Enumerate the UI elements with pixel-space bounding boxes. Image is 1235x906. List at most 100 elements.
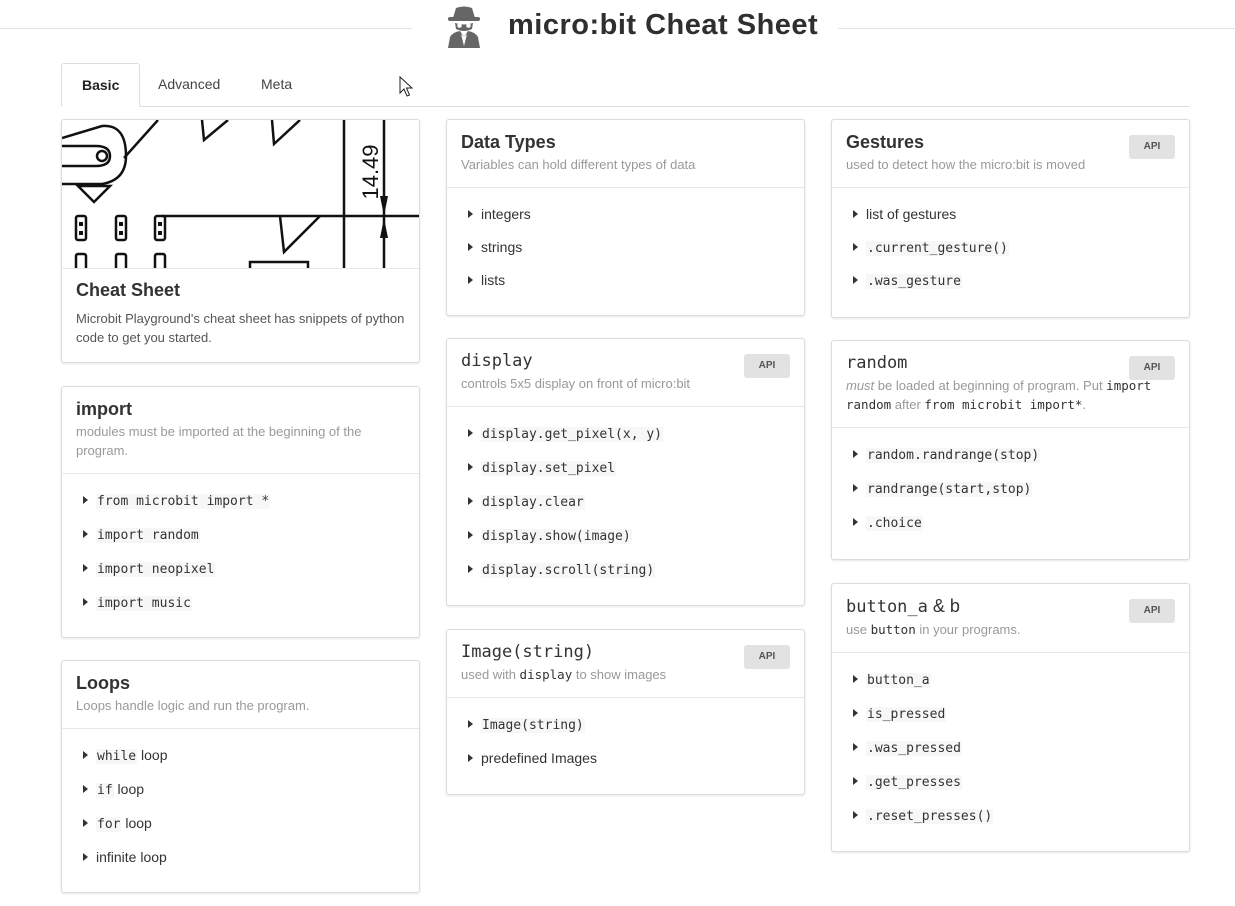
card-title: import	[76, 399, 132, 419]
card-title: button_a & b	[846, 596, 960, 617]
tab-meta[interactable]: Meta	[241, 63, 312, 105]
spy-icon	[448, 6, 480, 48]
card-subtitle: used with display to show images	[461, 667, 667, 682]
caret-right-icon	[83, 785, 88, 793]
card-import: import modules must be imported at the b…	[61, 386, 420, 638]
mouse-cursor-icon	[399, 76, 413, 97]
list-item[interactable]: randrange(start,stop)	[832, 473, 1189, 507]
list-item[interactable]: .reset_presses()	[832, 800, 1189, 834]
caret-right-icon	[853, 243, 858, 251]
card-title: Data Types	[461, 132, 556, 152]
caret-right-icon	[83, 598, 88, 606]
caret-right-icon	[853, 450, 858, 458]
list-item[interactable]: .get_presses	[832, 766, 1189, 800]
tab-advanced[interactable]: Advanced	[138, 63, 240, 105]
card-cheat-sheet: 14.49 Cheat Sheet Microbit Playground's …	[61, 119, 420, 363]
card-button: button_a & b use button in your programs…	[831, 583, 1190, 852]
caret-right-icon	[468, 531, 473, 539]
caret-right-icon	[468, 463, 473, 471]
list-item[interactable]: import music	[62, 587, 419, 621]
list-item[interactable]: predefined Images	[447, 743, 804, 777]
caret-right-icon	[468, 429, 473, 437]
list-item[interactable]: integers	[447, 199, 804, 232]
caret-right-icon	[83, 530, 88, 538]
list-item[interactable]: import random	[62, 519, 419, 553]
list-item[interactable]: .current_gesture()	[832, 232, 1189, 265]
list-item[interactable]: .choice	[832, 507, 1189, 541]
circuit-drawing: 14.49	[62, 120, 419, 269]
list-item[interactable]: if loop	[62, 774, 419, 808]
card-title: Gestures	[846, 132, 925, 152]
caret-right-icon	[853, 210, 858, 218]
list-item[interactable]: lists	[447, 265, 804, 298]
page-title: micro:bit Cheat Sheet	[508, 9, 819, 41]
caret-right-icon	[468, 276, 473, 284]
card-title: random	[846, 353, 908, 373]
caret-right-icon	[853, 709, 858, 717]
card-subtitle: controls 5x5 display on front of micro:b…	[461, 376, 691, 391]
caret-right-icon	[83, 751, 88, 759]
api-button[interactable]: API	[744, 354, 790, 378]
caret-right-icon	[83, 819, 88, 827]
list-item[interactable]: display.set_pixel	[447, 452, 804, 486]
list-item[interactable]: from microbit import *	[62, 485, 419, 519]
card-random: random must be loaded at beginning of pr…	[831, 340, 1190, 560]
caret-right-icon	[83, 564, 88, 572]
list-item[interactable]: import neopixel	[62, 553, 419, 587]
card-title: Loops	[76, 673, 130, 693]
api-button[interactable]: API	[1129, 135, 1175, 159]
card-subtitle: Variables can hold different types of da…	[461, 157, 696, 172]
api-button[interactable]: API	[744, 645, 790, 669]
header-rule-right	[838, 28, 1235, 29]
caret-right-icon	[853, 518, 858, 526]
caret-right-icon	[853, 743, 858, 751]
api-button[interactable]: API	[1129, 599, 1175, 623]
card-title: Cheat Sheet	[76, 280, 181, 300]
api-button[interactable]: API	[1129, 356, 1175, 380]
list-item[interactable]: strings	[447, 232, 804, 265]
card-gestures: Gestures used to detect how the micro:bi…	[831, 119, 1190, 318]
list-item[interactable]: display.clear	[447, 486, 804, 520]
card-image: Image(string) used with display to show …	[446, 629, 805, 795]
tab-basic[interactable]: Basic	[61, 63, 141, 107]
caret-right-icon	[468, 210, 473, 218]
card-subtitle: Loops handle logic and run the program.	[76, 698, 310, 713]
list-item[interactable]: is_pressed	[832, 698, 1189, 732]
caret-right-icon	[853, 811, 858, 819]
list-item[interactable]: for loop	[62, 808, 419, 842]
list-item[interactable]: Image(string)	[447, 709, 804, 743]
caret-right-icon	[853, 484, 858, 492]
card-display: display controls 5x5 display on front of…	[446, 338, 805, 606]
card-subtitle: used to detect how the micro:bit is move…	[846, 157, 1086, 172]
list-item[interactable]: list of gestures	[832, 199, 1189, 232]
list-item[interactable]: display.get_pixel(x, y)	[447, 418, 804, 452]
tab-bar: Basic Advanced Meta	[61, 63, 1189, 107]
card-title: display	[461, 351, 533, 371]
caret-right-icon	[83, 496, 88, 504]
caret-right-icon	[468, 497, 473, 505]
card-subtitle: must be loaded at beginning of program. …	[846, 378, 1152, 412]
caret-right-icon	[468, 720, 473, 728]
list-item[interactable]: .was_pressed	[832, 732, 1189, 766]
card-title: Image(string)	[461, 642, 595, 662]
caret-right-icon	[853, 777, 858, 785]
list-item[interactable]: display.show(image)	[447, 520, 804, 554]
caret-right-icon	[468, 754, 473, 762]
list-item[interactable]: while loop	[62, 740, 419, 774]
caret-right-icon	[853, 675, 858, 683]
list-item[interactable]: infinite loop	[62, 842, 419, 876]
drawing-dimension-label: 14.49	[358, 144, 383, 199]
card-subtitle: modules must be imported at the beginnin…	[76, 424, 362, 458]
card-loops: Loops Loops handle logic and run the pro…	[61, 660, 420, 893]
list-item[interactable]: display.scroll(string)	[447, 554, 804, 588]
list-item[interactable]: .was_gesture	[832, 265, 1189, 298]
card-subtitle: use button in your programs.	[846, 622, 1021, 637]
card-data-types: Data Types Variables can hold different …	[446, 119, 805, 316]
header-rule-left	[0, 28, 412, 29]
caret-right-icon	[83, 853, 88, 861]
caret-right-icon	[468, 565, 473, 573]
caret-right-icon	[853, 276, 858, 284]
list-item[interactable]: button_a	[832, 664, 1189, 698]
card-description: Microbit Playground's cheat sheet has sn…	[76, 311, 405, 345]
list-item[interactable]: random.randrange(stop)	[832, 439, 1189, 473]
